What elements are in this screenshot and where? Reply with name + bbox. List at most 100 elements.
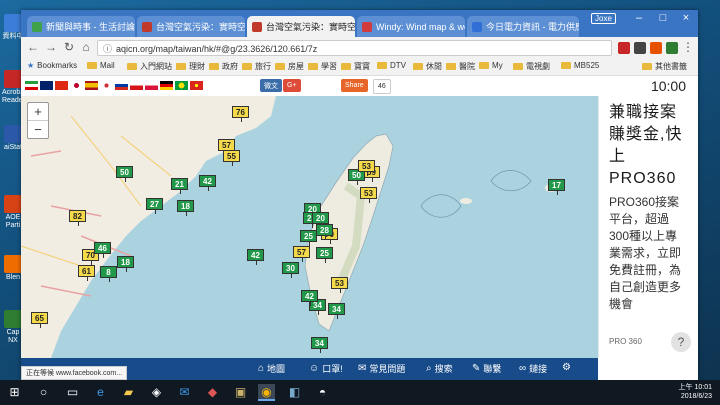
aqi-marker[interactable]: 42 [247,249,264,265]
nav-faq[interactable]: ✉ 常見問題 [358,362,405,375]
task-view-icon[interactable]: ▭ [64,384,81,401]
flag-icon[interactable] [115,81,128,90]
forward-icon[interactable]: → [43,40,59,54]
menu-icon[interactable]: ⋮ [680,40,696,54]
app-icon[interactable]: ◓ [314,384,331,401]
zoom-out-button[interactable]: − [28,120,48,138]
bookmarks-apps[interactable]: ★ Bookmarks [27,61,77,70]
extension-icon[interactable] [650,42,662,54]
extension-icon[interactable] [618,42,630,54]
aqi-marker[interactable]: 57 [293,246,310,262]
aqi-marker[interactable]: 55 [223,150,240,166]
flag-icon[interactable] [40,81,53,90]
aqi-marker[interactable]: 34 [328,303,345,319]
nav-links[interactable]: ∞ 鏈接 [519,362,547,375]
bookmark-folder[interactable]: 寶寶 [341,61,370,72]
search-icon[interactable]: ○ [35,384,52,401]
aqi-marker[interactable]: 50 [116,166,133,182]
browser-tab[interactable]: 新聞與時事 - 生活討論區× [27,16,135,37]
aqi-marker[interactable]: 61 [78,265,95,281]
aqi-map[interactable]: + − 76 57 55 50 21 42 27 18 82 70 46 61 8 18 65 42 59 50 5… [21,96,598,358]
close-window-icon[interactable]: × [674,12,698,24]
aqi-marker[interactable]: 20 [312,212,329,228]
app-icon[interactable]: ▣ [232,384,249,401]
bookmark-other[interactable]: 其他書籤 [642,61,687,72]
bookmark-folder[interactable]: 入門網站 [127,61,172,72]
zoom-in-button[interactable]: + [28,103,48,120]
aqi-marker[interactable]: 17 [548,179,565,195]
edge-icon[interactable]: e [92,384,109,401]
flag-icon[interactable] [25,81,38,90]
flag-icon[interactable] [145,81,158,90]
aqi-marker[interactable]: 30 [282,262,299,278]
flag-icon[interactable] [160,81,173,90]
profile-button[interactable]: Joxe [591,13,616,24]
home-icon[interactable]: ⌂ [78,40,94,54]
flag-icon[interactable] [190,81,203,90]
bookmark-folder[interactable]: 電視劇 [513,61,550,72]
bookmark-folder[interactable]: 旅行 [242,61,271,72]
aqi-marker[interactable]: 53 [358,160,375,176]
extension-icon[interactable] [634,42,646,54]
flag-icon[interactable] [55,81,68,90]
aqi-marker[interactable]: 42 [301,290,318,306]
aqi-marker[interactable]: 76 [232,106,249,122]
nav-search[interactable]: ⌕ 搜索 [426,362,453,375]
aqi-marker[interactable]: 18 [177,200,194,216]
reload-icon[interactable]: ↻ [61,40,77,54]
aqi-marker[interactable]: 82 [69,210,86,226]
bookmark-folder[interactable]: 理財 [176,61,205,72]
browser-tab[interactable]: 台灣空氣污染：實時空氣× [137,16,245,37]
nav-contact[interactable]: ✎ 聯繫 [472,362,501,375]
store-icon[interactable]: ◈ [148,384,165,401]
settings-icon[interactable]: ⚙ [562,362,574,373]
weibo-button[interactable]: 微文 [260,79,282,92]
flag-icon[interactable] [85,81,98,90]
ad-headline[interactable]: 兼職接案賺獎金,快上PRO360 [599,96,698,190]
ad-info-button[interactable]: ? [671,332,691,352]
nav-map[interactable]: ⌂ 地圖 [258,362,285,375]
app-icon[interactable]: ◧ [286,384,303,401]
bookmark-folder[interactable]: 房屋 [275,61,304,72]
chrome-icon[interactable]: ◉ [258,384,275,401]
aqi-marker[interactable]: 27 [146,198,163,214]
aqi-marker[interactable]: 28 [316,224,333,240]
address-bar[interactable]: ⓘ aqicn.org/map/taiwan/hk/#@g/23.3626/120… [97,40,612,56]
mail-icon[interactable]: ✉ [176,384,193,401]
flag-icon[interactable] [175,81,188,90]
browser-tab-active[interactable]: 台灣空氣污染：實時空氣× [247,16,355,37]
aqi-marker[interactable]: 53 [360,187,377,203]
system-clock[interactable]: 上午 10:01 2018/6/23 [679,383,712,401]
minimize-icon[interactable]: – [627,12,651,24]
aqi-marker[interactable]: 53 [331,277,348,293]
windows-start-icon[interactable]: ⊞ [6,384,23,401]
bookmark-folder[interactable]: 政府 [209,61,238,72]
back-icon[interactable]: ← [25,40,41,54]
app-icon[interactable]: ◆ [204,384,221,401]
aqi-marker[interactable]: 34 [311,337,328,353]
flag-icon[interactable] [70,81,83,90]
extension-icon[interactable] [666,42,678,54]
bookmark-folder[interactable]: DTV [377,61,406,70]
aqi-marker[interactable]: 21 [171,178,188,194]
file-explorer-icon[interactable]: ▰ [120,384,137,401]
bookmark-folder[interactable]: Mail [87,61,115,70]
bookmark-folder[interactable]: MB525 [561,61,599,70]
flag-icon[interactable] [100,81,113,90]
nav-mask[interactable]: ☺ 口罩! [309,362,343,375]
bookmark-folder[interactable]: 醫院 [446,61,475,72]
bookmark-folder[interactable]: 休閒 [413,61,442,72]
aqi-marker[interactable]: 46 [94,242,111,258]
aqi-marker[interactable]: 8 [100,266,117,282]
share-button[interactable]: Share [341,79,368,92]
gplus-button[interactable]: G+ [283,79,301,92]
aqi-marker[interactable]: 42 [199,175,216,191]
aqi-marker[interactable]: 18 [117,256,134,272]
maximize-icon[interactable]: □ [651,12,675,24]
bookmark-folder[interactable]: My [479,61,503,70]
aqi-marker[interactable]: 25 [316,247,333,263]
browser-tab[interactable]: Windy: Wind map & we× [357,16,465,37]
aqi-marker[interactable]: 65 [31,312,48,328]
bookmark-folder[interactable]: 學習 [308,61,337,72]
flag-icon[interactable] [130,81,143,90]
